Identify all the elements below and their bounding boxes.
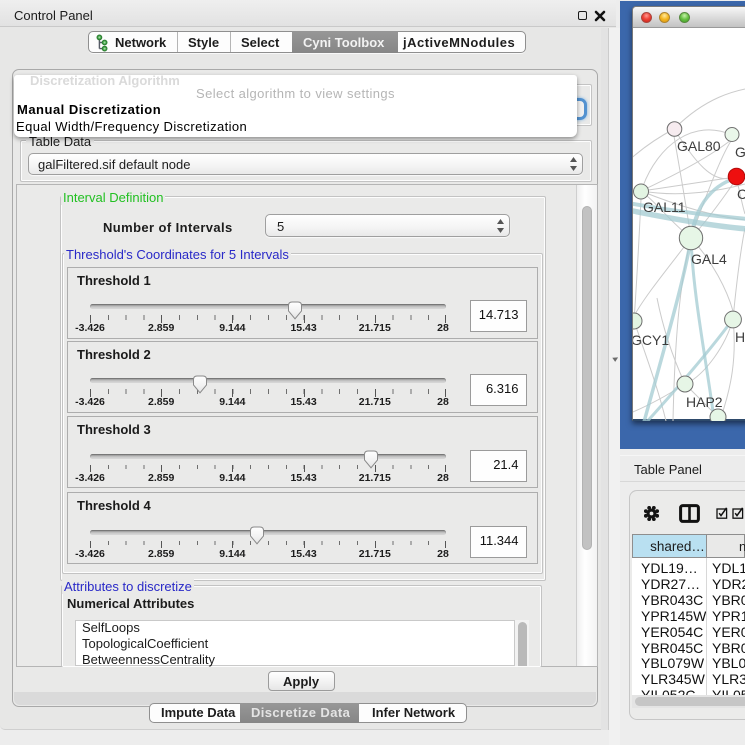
svg-text:GAL11: GAL11 [643,199,686,215]
svg-text:HA: HA [735,329,745,345]
svg-text:GCY1: GCY1 [633,332,669,348]
svg-text:GA: GA [735,144,745,160]
svg-text:HAP2: HAP2 [686,394,723,410]
svg-text:GAL80: GAL80 [677,138,721,154]
svg-text:GAL4: GAL4 [691,251,727,267]
svg-text:CYC: CYC [737,186,745,202]
